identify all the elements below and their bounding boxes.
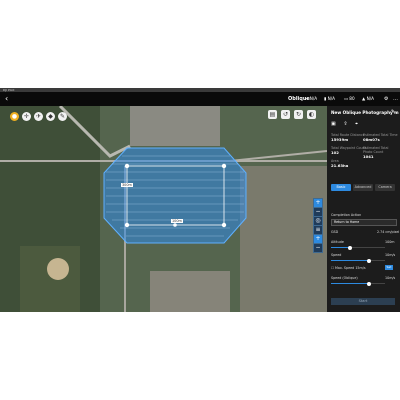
- gps-value: N/A: [309, 96, 318, 101]
- top-bar: ‹ Oblique ⌖ N/A ▮ N/A ▭ 80 ▲ N/A ⚙ …: [0, 92, 400, 106]
- map-layer-icon[interactable]: ◐: [307, 110, 316, 119]
- signal-status: ▲ N/A: [362, 96, 374, 101]
- share-icon[interactable]: ⇪: [343, 121, 347, 127]
- stat-value: 102: [331, 150, 339, 155]
- max-speed-value: 15m/s: [355, 266, 366, 270]
- stat-value: 1041: [363, 154, 374, 159]
- battery-value: 80: [349, 96, 355, 101]
- bottom-length-label: 100m: [171, 219, 183, 223]
- signal-value: N/A: [366, 96, 374, 101]
- tab-advanced[interactable]: Advanced: [353, 184, 373, 191]
- rc-value: N/A: [327, 96, 336, 101]
- battery-status: ▭ 80: [344, 96, 355, 101]
- mission-title[interactable]: New Oblique Photography m: [331, 110, 399, 115]
- altitude-slider[interactable]: [331, 245, 385, 250]
- stat-label: Estimated Total Photo Count: [363, 146, 389, 154]
- oblique-speed-slider-fill: [331, 283, 369, 284]
- gsd-label: GSD: [331, 230, 339, 234]
- map-imagery: [0, 106, 327, 312]
- completion-action-select[interactable]: Return to Home: [331, 219, 397, 226]
- altitude-slider-knob[interactable]: [347, 245, 352, 250]
- satellite-map[interactable]: 300m 100m ● ✛ ✈ ◆ ✎ ▤ ↺ ↻ ◐ + − ◎ ≡ + −: [0, 106, 327, 312]
- speed-slider-fill: [331, 260, 369, 261]
- edit-icon[interactable]: ✎: [58, 112, 67, 121]
- remove-button[interactable]: −: [313, 243, 323, 253]
- speed-label: Speed: [331, 253, 342, 257]
- max-speed-label: Max. Speed: [335, 266, 355, 270]
- stat-value: 08m07s: [363, 137, 380, 142]
- drone-icon[interactable]: ✈: [34, 112, 43, 121]
- oblique-speed-slider-knob[interactable]: [366, 281, 371, 286]
- redo-icon[interactable]: ↻: [294, 110, 303, 119]
- completion-action-value: Return to Home: [334, 220, 360, 224]
- mission-panel: New Oblique Photography m ✎ ▣ ⇪ ⌖ Total …: [327, 106, 400, 312]
- max-speed-row: ☐ Max. Speed 15m/s: [331, 266, 366, 270]
- waypoint-icon[interactable]: ◆: [46, 112, 55, 121]
- delete-icon[interactable]: ▤: [268, 110, 277, 119]
- set-button[interactable]: Set: [385, 265, 393, 270]
- gsd-value: 2.74 cm/pixel: [377, 230, 400, 234]
- undo-icon[interactable]: ↺: [281, 110, 290, 119]
- pin-icon[interactable]: ●: [10, 112, 19, 121]
- completion-action-label: Completion Action: [331, 213, 362, 217]
- settings-tabs: Basic Advanced Camera: [331, 184, 395, 191]
- app-window: DJI Pilot ‹ Oblique ⌖ N/A ▮ N/A ▭ 80 ▲ N…: [0, 88, 400, 312]
- tab-basic[interactable]: Basic: [331, 184, 351, 191]
- edit-name-icon[interactable]: ✎: [391, 109, 395, 115]
- more-icon[interactable]: …: [393, 92, 398, 106]
- altitude-value: 100m: [385, 240, 395, 244]
- speed-slider[interactable]: [331, 258, 385, 263]
- altitude-label: Altitude: [331, 240, 344, 244]
- save-icon[interactable]: ▣: [331, 121, 336, 127]
- settings-icon[interactable]: ⚙: [384, 92, 388, 106]
- location-icon[interactable]: ⌖: [355, 121, 358, 127]
- crosshair-icon[interactable]: ✛: [22, 112, 31, 121]
- speed-slider-knob[interactable]: [366, 258, 371, 263]
- tab-camera[interactable]: Camera: [375, 184, 395, 191]
- stat-value: 21.63ha: [331, 163, 349, 168]
- back-icon[interactable]: ‹: [5, 92, 8, 106]
- side-length-label: 300m: [121, 183, 133, 187]
- start-button[interactable]: Start: [331, 298, 395, 305]
- rc-status: ▮ N/A: [324, 96, 336, 101]
- panel-icon-row: ▣ ⇪ ⌖: [331, 121, 364, 127]
- stat-value: 15939m: [331, 137, 349, 142]
- speed-value: 10m/s: [385, 253, 396, 257]
- oblique-speed-value: 10m/s: [385, 276, 396, 280]
- oblique-speed-slider[interactable]: [331, 281, 385, 286]
- gps-status: ⌖ N/A: [306, 96, 318, 101]
- oblique-speed-label: Speed (Oblique): [331, 276, 358, 280]
